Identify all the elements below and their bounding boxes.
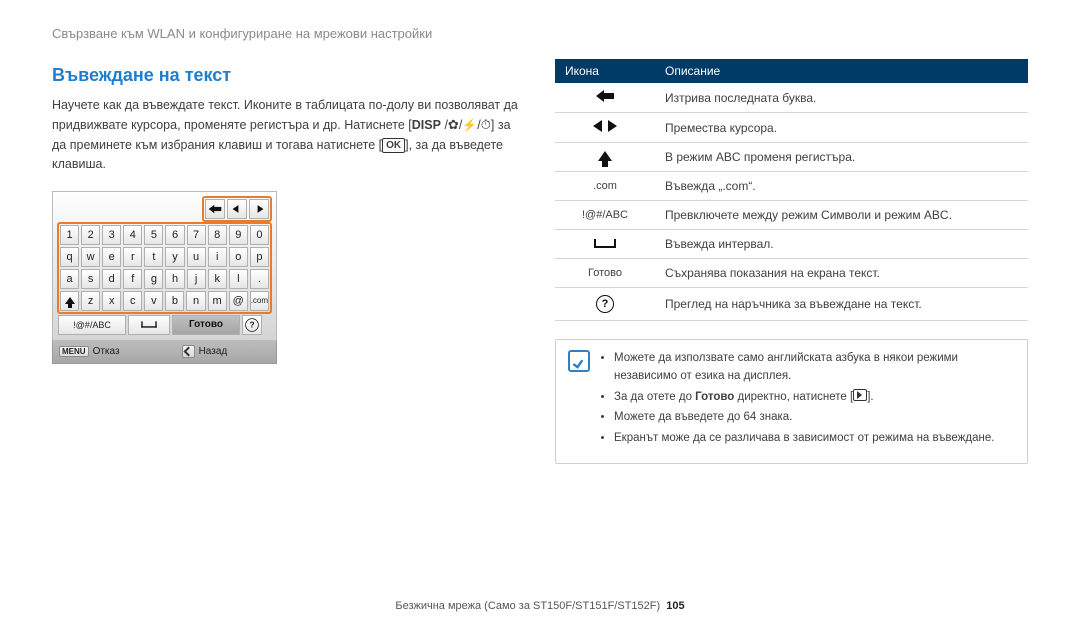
com-icon: .com	[555, 172, 655, 201]
table-row: Въвежда интервал.	[555, 230, 1028, 259]
key-l[interactable]: l	[229, 269, 248, 289]
key-z[interactable]: z	[81, 291, 100, 311]
menu-chip: MENU	[59, 346, 89, 357]
table-header-icon: Икона	[555, 59, 655, 83]
key-com[interactable]: .com	[250, 291, 269, 311]
key-backspace[interactable]	[205, 199, 225, 219]
key-p[interactable]: p	[250, 247, 269, 267]
key-o[interactable]: o	[229, 247, 248, 267]
note-item: Можете да въведете до 64 знака.	[614, 409, 1015, 427]
key-f[interactable]: f	[123, 269, 142, 289]
key-y[interactable]: y	[165, 247, 184, 267]
key-help[interactable]: ?	[242, 315, 262, 335]
arrow-right-icon	[608, 120, 617, 132]
key-u[interactable]: u	[187, 247, 206, 267]
page-footer: Безжична мрежа (Само за ST150F/ST151F/ST…	[0, 600, 1080, 612]
key-0[interactable]: 0	[250, 225, 269, 245]
key-at[interactable]: @	[229, 291, 248, 311]
key-x[interactable]: x	[102, 291, 121, 311]
key-v[interactable]: v	[144, 291, 163, 311]
page-title: Въвеждане на текст	[52, 65, 525, 86]
note-icon	[568, 350, 590, 372]
note-box: Можете да използвате само английската аз…	[555, 339, 1028, 464]
key-c[interactable]: c	[123, 291, 142, 311]
key-a[interactable]: a	[60, 269, 79, 289]
table-row: !@#/ABC Превключете между режим Символи …	[555, 201, 1028, 230]
key-cursor-left[interactable]	[227, 199, 247, 219]
back-icon	[182, 345, 195, 358]
table-header-desc: Описание	[655, 59, 1028, 83]
key-d[interactable]: d	[102, 269, 121, 289]
table-row: В режим ABC променя регистъра.	[555, 143, 1028, 172]
key-1[interactable]: 1	[60, 225, 79, 245]
done-icon: Готово	[555, 259, 655, 288]
table-row: ? Преглед на наръчника за въвеждане на т…	[555, 288, 1028, 321]
keyboard-letter-block: 1 2 3 4 5 6 7 8 9 0 q	[57, 222, 272, 314]
key-4[interactable]: 4	[123, 225, 142, 245]
key-r[interactable]: r	[123, 247, 142, 267]
help-icon: ?	[596, 295, 614, 313]
key-8[interactable]: 8	[208, 225, 227, 245]
key-j[interactable]: j	[187, 269, 206, 289]
key-shift[interactable]	[60, 291, 79, 311]
key-w[interactable]: w	[81, 247, 100, 267]
key-7[interactable]: 7	[187, 225, 206, 245]
space-icon	[594, 239, 616, 248]
keyboard-nav-group	[202, 196, 272, 222]
key-n[interactable]: n	[186, 291, 205, 311]
key-s[interactable]: s	[81, 269, 100, 289]
table-row: Изтрива последната буква.	[555, 83, 1028, 113]
key-g[interactable]: g	[144, 269, 163, 289]
onscreen-keyboard: 1 2 3 4 5 6 7 8 9 0 q	[52, 191, 277, 364]
symbol-abc-icon: !@#/ABC	[555, 201, 655, 230]
key-k[interactable]: k	[208, 269, 227, 289]
key-space[interactable]	[128, 315, 170, 335]
key-cursor-right[interactable]	[249, 199, 269, 219]
key-9[interactable]: 9	[229, 225, 248, 245]
key-5[interactable]: 5	[144, 225, 163, 245]
backspace-icon	[596, 90, 614, 102]
keyboard-status-bar: MENU Отказ Назад	[52, 341, 277, 364]
intro-paragraph: Научете как да въвеждате текст. Иконите …	[52, 96, 525, 175]
key-6[interactable]: 6	[165, 225, 184, 245]
table-row: .com Въвежда „.com“.	[555, 172, 1028, 201]
table-row: Готово Съхранява показания на екрана тек…	[555, 259, 1028, 288]
table-row: Премества курсора.	[555, 113, 1028, 143]
play-icon	[853, 389, 867, 401]
key-i[interactable]: i	[208, 247, 227, 267]
note-item: Можете да използвате само английската аз…	[614, 350, 1015, 386]
note-item: За да отете до Готово директно, натиснет…	[614, 389, 1015, 407]
key-done[interactable]: Готово	[172, 315, 240, 335]
note-item: Екранът може да се различава в зависимос…	[614, 430, 1015, 448]
key-h[interactable]: h	[165, 269, 184, 289]
key-2[interactable]: 2	[81, 225, 100, 245]
icon-description-table: Икона Описание Изтрива последната буква.…	[555, 59, 1028, 321]
key-m[interactable]: m	[208, 291, 227, 311]
arrow-left-icon	[593, 120, 602, 132]
key-b[interactable]: b	[165, 291, 184, 311]
key-dot[interactable]: .	[250, 269, 269, 289]
key-symbol-abc[interactable]: !@#/ABC	[58, 315, 126, 335]
breadcrumb: Свързване към WLAN и конфигуриране на мр…	[52, 26, 1028, 41]
key-q[interactable]: q	[60, 247, 79, 267]
key-t[interactable]: t	[144, 247, 163, 267]
arrow-up-icon	[598, 151, 612, 161]
key-3[interactable]: 3	[102, 225, 121, 245]
key-e[interactable]: e	[102, 247, 121, 267]
